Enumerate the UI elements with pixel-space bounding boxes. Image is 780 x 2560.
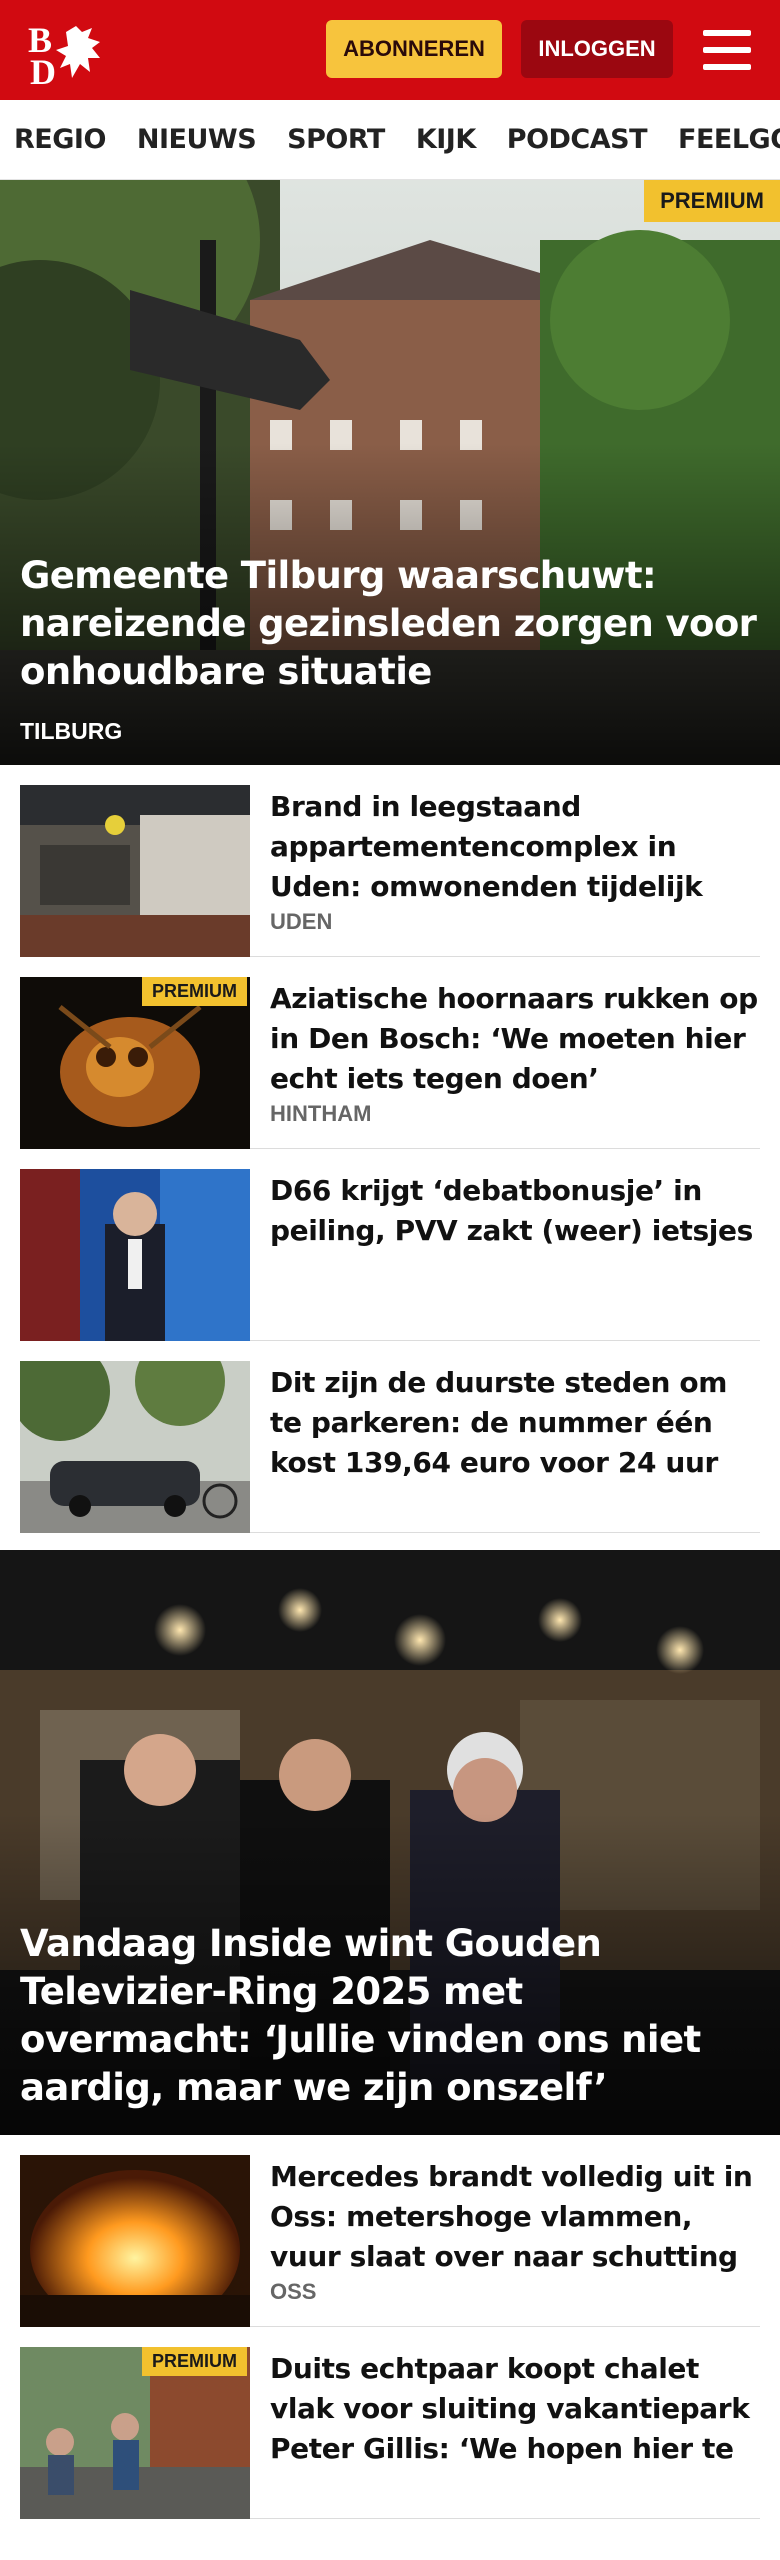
- login-button[interactable]: INLOGGEN: [521, 20, 673, 78]
- article-title[interactable]: Duits echtpaar koopt chalet vlak voor sl…: [270, 2349, 760, 2469]
- hero-location: TILBURG: [20, 718, 123, 744]
- article-thumbnail: [20, 785, 250, 957]
- premium-badge: PREMIUM: [142, 977, 247, 1006]
- article-list-item[interactable]: Dit zijn de duurste steden om te parkere…: [20, 1341, 760, 1533]
- article-thumbnail: [20, 2155, 250, 2327]
- premium-badge: PREMIUM: [142, 2347, 247, 2376]
- nav-item-feelgood[interactable]: FEELGOOD: [678, 124, 780, 155]
- article-list-item[interactable]: PREMIUM Aziatische hoornaars rukken op i…: [20, 957, 760, 1149]
- article-thumbnail: [20, 1169, 250, 1341]
- article-list-item[interactable]: Brand in leegstaand appartementencomplex…: [20, 765, 760, 957]
- nav-item-podcast[interactable]: PODCAST: [507, 124, 648, 155]
- article-list-item[interactable]: D66 krijgt ‘debatbonusje’ in peiling, PV…: [20, 1149, 760, 1341]
- section-nav: REGIO NIEUWS SPORT KIJK PODCAST FEELGOOD: [0, 100, 780, 180]
- article-location: UDEN: [270, 909, 333, 934]
- article-title[interactable]: D66 krijgt ‘debatbonusje’ in peiling, PV…: [270, 1171, 760, 1251]
- nav-item-regio[interactable]: REGIO: [14, 124, 106, 155]
- svg-text:D: D: [30, 52, 56, 86]
- article-title[interactable]: Aziatische hoornaars rukken op in Den Bo…: [270, 979, 760, 1099]
- article-list-item[interactable]: Mercedes brandt volledig uit in Oss: met…: [20, 2135, 760, 2327]
- article-title[interactable]: Mercedes brandt volledig uit in Oss: met…: [270, 2157, 760, 2277]
- article-title[interactable]: Brand in leegstaand appartementencomplex…: [270, 787, 760, 907]
- feature-article[interactable]: Vandaag Inside wint Gouden Televizier-Ri…: [0, 1550, 780, 2135]
- article-location: HINTHAM: [270, 1101, 372, 1126]
- site-header: B D ABONNEREN INLOGGEN: [0, 0, 780, 100]
- nav-item-sport[interactable]: SPORT: [287, 124, 385, 155]
- article-title[interactable]: Dit zijn de duurste steden om te parkere…: [270, 1363, 760, 1483]
- feature-title[interactable]: Vandaag Inside wint Gouden Televizier-Ri…: [20, 1920, 765, 2112]
- nav-item-nieuws[interactable]: NIEUWS: [137, 124, 257, 155]
- site-logo[interactable]: B D: [26, 18, 116, 92]
- hamburger-menu-icon[interactable]: [699, 22, 755, 78]
- article-thumbnail: [20, 1361, 250, 1533]
- article-list-item[interactable]: PREMIUM Duits echtpaar koopt chalet vlak…: [20, 2327, 760, 2519]
- nav-item-kijk[interactable]: KIJK: [416, 124, 476, 155]
- hero-article[interactable]: PREMIUM Gemeente Tilburg waarschuwt: nar…: [0, 180, 780, 765]
- hero-title[interactable]: Gemeente Tilburg waarschuwt: nareizende …: [20, 552, 760, 696]
- subscribe-button[interactable]: ABONNEREN: [326, 20, 502, 78]
- premium-badge: PREMIUM: [644, 180, 780, 222]
- article-location: OSS: [270, 2279, 317, 2304]
